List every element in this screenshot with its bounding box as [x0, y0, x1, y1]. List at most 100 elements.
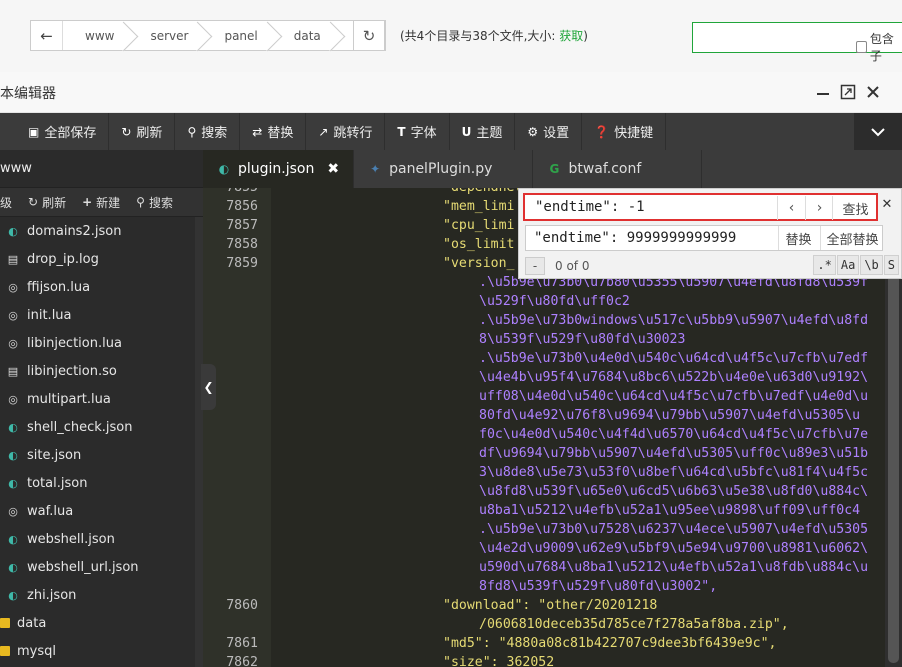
- code-line: .\u5b9e\u73b0\u7528\u6237\u4ece\u5907\u4…: [203, 520, 885, 539]
- replace-button[interactable]: ⇄ 替换: [240, 113, 307, 150]
- get-size-link[interactable]: 获取: [559, 29, 583, 43]
- python-file-icon: ✦: [370, 162, 381, 176]
- json-file-icon: ◐: [8, 420, 18, 434]
- file-name: mysql: [17, 643, 56, 659]
- code-text: "dependnet: [443, 188, 522, 197]
- code-text: /0606810deceb35d785ce7f278a5af8ba.zip",: [479, 617, 789, 632]
- sidebar-item-file[interactable]: ◐ webshell_url.json: [0, 553, 195, 581]
- sidebar-item-file[interactable]: mysql: [0, 637, 195, 665]
- back-arrow-icon[interactable]: ←: [31, 21, 63, 50]
- code-text: "mem_limi: [443, 199, 515, 214]
- line-number: 7860: [226, 598, 258, 613]
- word-option[interactable]: \b: [860, 255, 883, 275]
- code-text: \u529f\u80fd\uff0c2: [479, 294, 630, 309]
- breadcrumb: ← www server panel data: [30, 20, 386, 51]
- text-editor-window: 本编辑器 ▣ 全部保存 ↻ 刷新 ⚲ 搜索 ⇄ 替换 ↗ 跳转行 T 字体 U 主题 ⚙ 设置 …: [0, 72, 902, 667]
- code-text: .\u5b9e\u73b0\u4e0d\u540c\u64cd\u4f5c\u7…: [479, 351, 869, 366]
- sidebar-item-file[interactable]: ◎ waf.lua: [0, 497, 195, 525]
- code-line: .\u5b9e\u73b0windows\u517c\u5bb9\u5907\u…: [203, 311, 885, 330]
- code-text: .\u5b9e\u73b0windows\u517c\u5bb9\u5907\u…: [479, 313, 869, 328]
- editor-title: 本编辑器: [0, 86, 56, 102]
- refresh-dir-icon[interactable]: ↻: [353, 20, 385, 51]
- chevron-down-icon[interactable]: [854, 113, 902, 150]
- code-line: df\u9694\u79bb\u5907\u4efd\u5305\uff0c\u…: [203, 444, 885, 463]
- sidebar-item-file[interactable]: ◐ webshell.json: [0, 525, 195, 553]
- nginx-file-icon: G: [549, 162, 560, 176]
- sidebar-actions: 级 ↻ 刷新 + 新建 ⚲ 搜索: [0, 188, 203, 217]
- sidebar-scrollbar[interactable]: [195, 217, 203, 667]
- replace-button-small[interactable]: 替换: [778, 226, 818, 250]
- replace-input[interactable]: "endtime": 9999999999999: [534, 230, 736, 246]
- breadcrumb-item[interactable]: server: [128, 21, 202, 50]
- line-number: 7859: [226, 256, 258, 271]
- sidebar-item-file[interactable]: ◎ init.lua: [0, 301, 195, 329]
- code-text: 80fd\u4e92\u76f8\u9694\u79bb\u5907\u4efd…: [479, 408, 861, 423]
- close-find-icon[interactable]: ✕: [877, 197, 897, 213]
- tab-btwaf-conf[interactable]: G btwaf.conf: [533, 150, 703, 188]
- sidebar-root[interactable]: www: [0, 150, 203, 188]
- close-icon[interactable]: [862, 81, 884, 103]
- sidebar-refresh-button[interactable]: ↻ 刷新: [20, 194, 74, 211]
- find-field[interactable]: "endtime": -1 ‹ › 查找: [523, 193, 878, 221]
- sidebar-item-file[interactable]: data: [0, 609, 195, 637]
- json-file-icon: ◐: [8, 560, 18, 574]
- toggle-replace-button[interactable]: -: [525, 257, 545, 275]
- search-button[interactable]: ⚲ 搜索: [175, 113, 241, 150]
- file-list: ◐ domains2.json ▤ drop_ip.log ◎ ffijson.lua ◎ i…: [0, 217, 195, 665]
- breadcrumb-item[interactable]: www: [63, 21, 128, 50]
- sidebar-item-file[interactable]: ◐ total.json: [0, 469, 195, 497]
- sidebar-item-file[interactable]: ◐ shell_check.json: [0, 413, 195, 441]
- sidebar-item-file[interactable]: ◎ ffijson.lua: [0, 273, 195, 301]
- file-name: webshell_url.json: [27, 559, 139, 575]
- sidebar-item-file[interactable]: ◐ domains2.json: [0, 217, 195, 245]
- file-name: webshell.json: [27, 531, 115, 547]
- case-option[interactable]: Aa: [836, 255, 860, 275]
- refresh-button[interactable]: ↻ 刷新: [109, 113, 176, 150]
- sidebar-search-button[interactable]: ⚲ 搜索: [128, 194, 181, 211]
- code-line: \u8fd8\u539f\u65e0\u6cd5\u6b63\u5e38\u8f…: [203, 482, 885, 501]
- line-number: 7855: [203, 188, 258, 197]
- sidebar-item-file[interactable]: ▤ libinjection.so: [0, 357, 195, 385]
- find-next-icon[interactable]: ›: [805, 196, 833, 220]
- up-level-button[interactable]: 级: [0, 194, 20, 211]
- regex-option[interactable]: .*: [813, 255, 836, 275]
- code-text: \u4e2d\u9009\u62e9\u5bf9\u5e94\u9700\u89…: [479, 541, 869, 556]
- sidebar-item-file[interactable]: ◐ site.json: [0, 441, 195, 469]
- sidebar-item-file[interactable]: ◐ zhi.json: [0, 581, 195, 609]
- sidebar-item-file[interactable]: ▤ drop_ip.log: [0, 245, 195, 273]
- shortcuts-button[interactable]: ❓ 快捷键: [582, 113, 667, 150]
- line-number: 7861: [226, 636, 258, 651]
- file-name: zhi.json: [27, 587, 77, 603]
- font-button[interactable]: T 字体: [385, 113, 450, 150]
- maximize-icon[interactable]: [837, 81, 859, 103]
- replace-all-button[interactable]: 全部替换: [820, 226, 884, 250]
- sidebar-item-file[interactable]: ◎ multipart.lua: [0, 385, 195, 413]
- find-input[interactable]: "endtime": -1: [535, 199, 645, 215]
- find-button[interactable]: 查找: [832, 196, 878, 220]
- sidebar-item-file[interactable]: ◎ libinjection.lua: [0, 329, 195, 357]
- minimize-icon[interactable]: [812, 81, 834, 103]
- tab-plugin-json[interactable]: ◐ plugin.json ✖: [203, 150, 355, 188]
- tab-panelplugin-py[interactable]: ✦ panelPlugin.py: [354, 150, 534, 188]
- goto-line-icon: ↗: [318, 124, 329, 139]
- settings-button[interactable]: ⚙ 设置: [515, 113, 583, 150]
- breadcrumb-item[interactable]: panel: [202, 21, 271, 50]
- checkbox-icon[interactable]: [856, 41, 867, 53]
- new-file-button[interactable]: + 新建: [74, 194, 128, 211]
- selection-option[interactable]: S: [883, 255, 899, 275]
- theme-button[interactable]: U 主题: [450, 113, 516, 150]
- file-name: libinjection.so: [27, 363, 117, 379]
- find-prev-icon[interactable]: ‹: [777, 196, 805, 220]
- help-icon: ❓: [594, 124, 610, 139]
- save-all-button[interactable]: ▣ 全部保存: [0, 113, 110, 150]
- json-file-icon: ◐: [8, 224, 18, 238]
- sidebar-collapse-icon[interactable]: ❮: [201, 364, 216, 410]
- code-text: 3\u8de8\u5e73\u53f0\u8bef\u64cd\u5bfc\u8…: [479, 465, 869, 480]
- close-tab-icon[interactable]: ✖: [327, 161, 339, 177]
- include-subdirs-checkbox[interactable]: 包含子: [856, 30, 902, 64]
- file-name: init.lua: [27, 307, 72, 323]
- goto-line-button[interactable]: ↗ 跳转行: [306, 113, 386, 150]
- code-text: "download": "other/20201218: [443, 598, 658, 613]
- replace-field[interactable]: "endtime": 9999999999999 替换 全部替换: [525, 225, 883, 251]
- lua-file-icon: ◎: [8, 280, 18, 294]
